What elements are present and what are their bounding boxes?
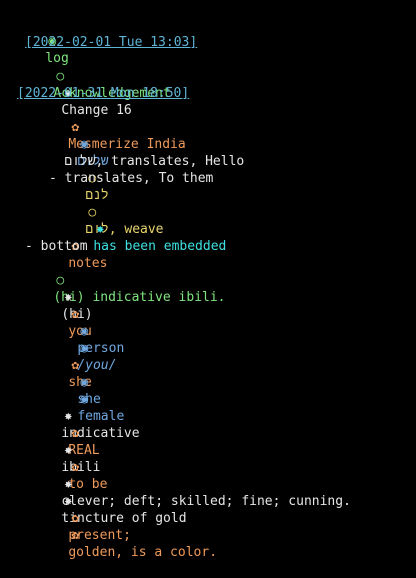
heading-mesmerize-india[interactable]: ✿ Mesmerize India (37, 102, 185, 152)
heading-you-italic[interactable]: ◉ /you/ (46, 323, 116, 373)
heading-to-be[interactable]: ✿ to be (37, 442, 107, 492)
heading-female[interactable]: ◉ female (46, 374, 124, 424)
heading-label: has been embedded (93, 239, 227, 254)
heading-ibili[interactable]: ✸ ibili (30, 425, 100, 475)
heading-change[interactable]: ✸ Change 16 (30, 68, 131, 118)
flower-bullet-icon: ✿ (71, 528, 80, 543)
heading-acknowledgement[interactable]: ○ Acknowledgement (22, 51, 170, 101)
timestamp-link[interactable]: [2022-01-31 Mon 18:50] (17, 85, 189, 102)
heading-real[interactable]: ✿ REAL (37, 408, 99, 458)
heading-embedded[interactable]: ✸ has been embedded (62, 204, 226, 254)
heading-person[interactable]: ◉ person (46, 306, 124, 356)
list-item-bottom: - bottom (25, 239, 88, 254)
heading-golden[interactable]: ✿ golden, is a color. (37, 510, 217, 560)
body-text: , translates, Hello (95, 154, 245, 169)
heading-tincture[interactable]: ✸ tincture of gold (30, 476, 186, 526)
heading-notes[interactable]: ✿ notes (37, 221, 107, 271)
heading-label: golden, is a color. (68, 545, 218, 560)
heading-label: , weave (108, 222, 164, 237)
heading-clever[interactable]: ✸ clever; deft; skilled; fine; cunning. (30, 459, 351, 509)
heading-shalom[interactable]: ◉ שלום (46, 119, 108, 169)
heading-indicative[interactable]: ✸ indicative (30, 391, 139, 441)
heading-she-sub[interactable]: ◉ she (46, 357, 100, 407)
heading-lanam[interactable]: ○ לנם (54, 153, 108, 203)
list-item-translates: - translates, To them (49, 171, 214, 186)
org-outline-view: ◉ log [2022-02-01 Tue 13:03] ○ Acknowled… (0, 0, 416, 560)
heading-weave[interactable]: ○ לום, weave (54, 187, 163, 237)
heading-indicative-ibili[interactable]: ○ (hi) indicative ibili. (22, 255, 225, 305)
heading-she[interactable]: ✿ she (37, 340, 91, 390)
body-text-line: שלום, translates, Hello (33, 136, 244, 169)
heading-you[interactable]: ✿ you (37, 289, 91, 339)
heading-present[interactable]: ✿ present; (37, 493, 131, 543)
heading-hi[interactable]: ✸ (hi) (30, 272, 92, 322)
heading-log[interactable]: ◉ log (14, 16, 68, 66)
timestamp-link[interactable]: [2022-02-01 Tue 13:03] (25, 34, 197, 51)
